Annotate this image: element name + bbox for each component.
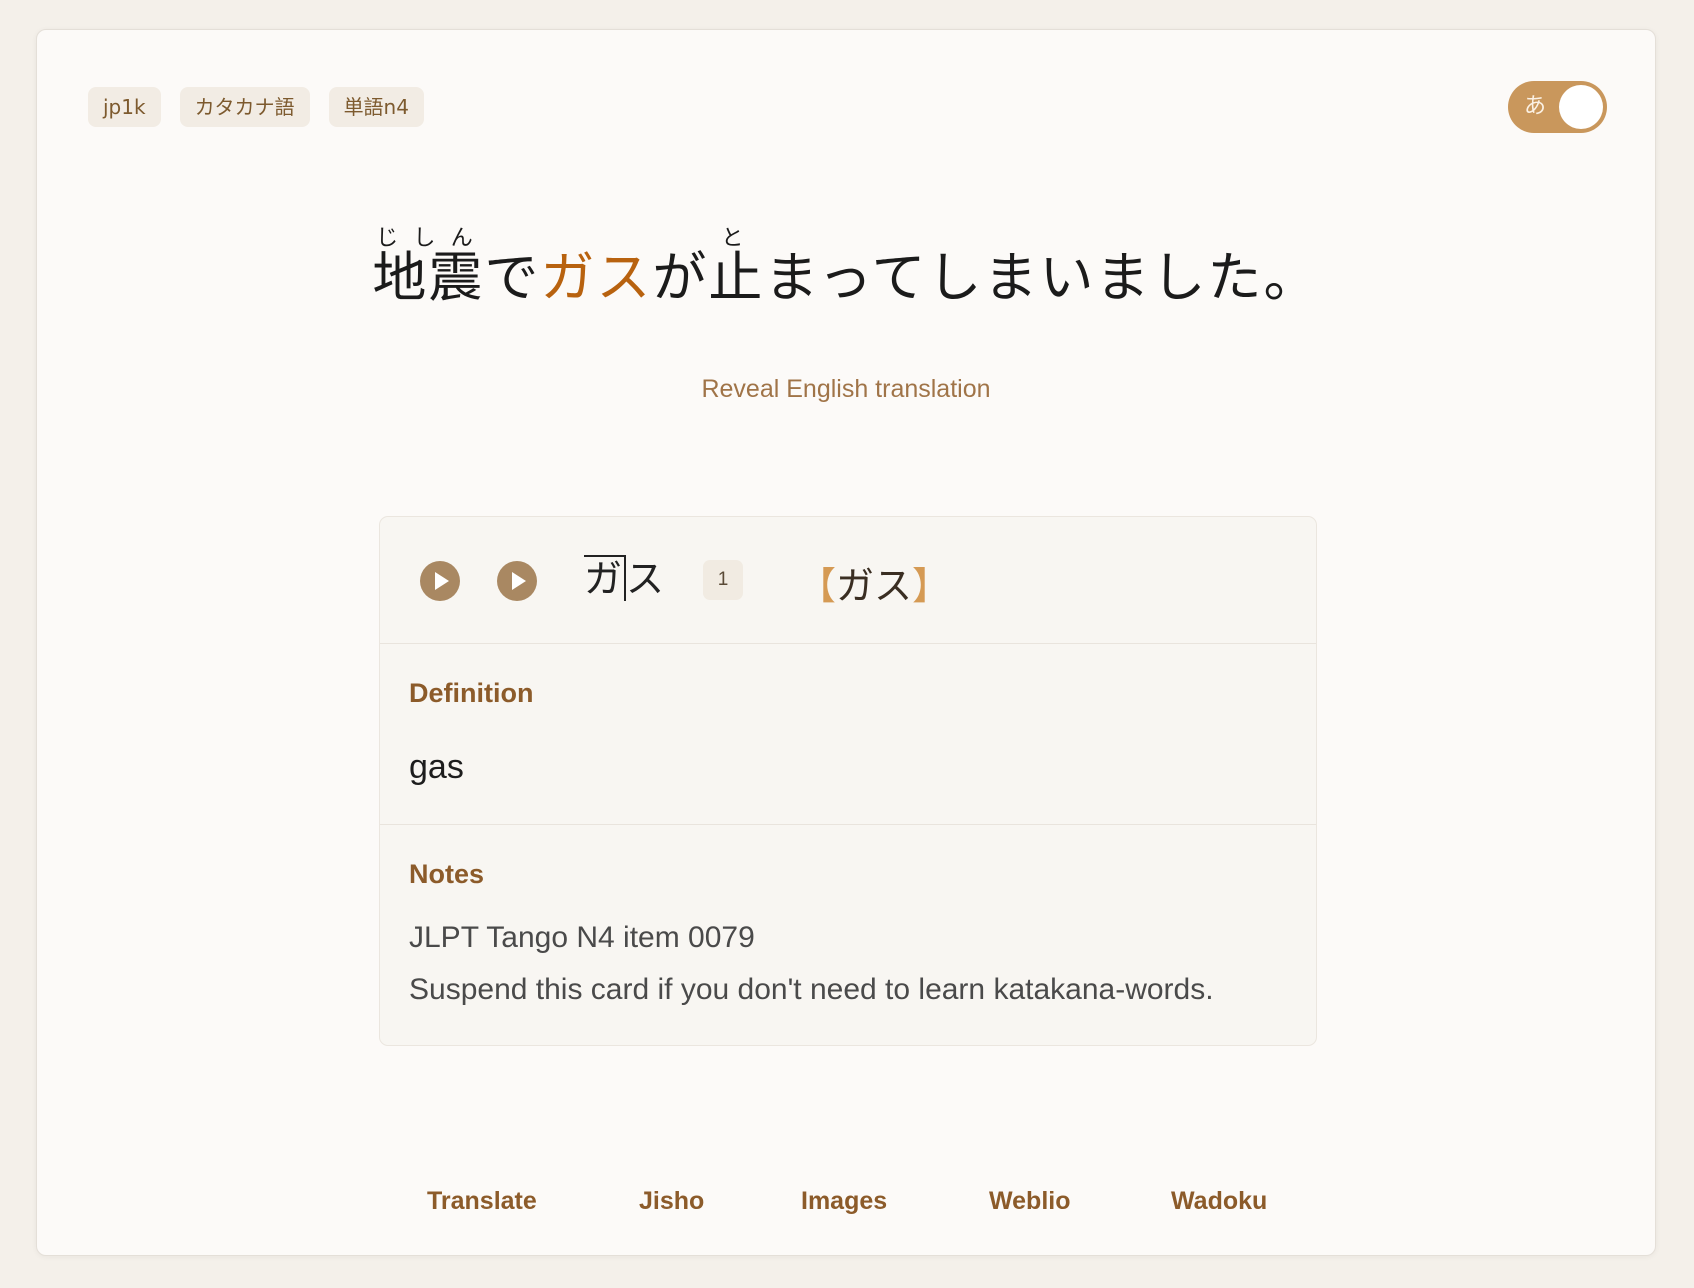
sentence-container: 地震じしんでガスが止とまってしまいました。 [37,226,1655,321]
pitch-accent-word: ガス [584,555,666,601]
target-word: ガス [540,246,653,309]
particle-de: で [484,246,541,309]
tag-tango-n4[interactable]: 単語n4 [328,87,424,127]
furigana-to: と [708,226,765,251]
word-tomaru: 止 [708,246,765,309]
flashcard: jp1k カタカナ語 単語n4 あ 地震じしんでガスが止とまってしまいました。 … [36,29,1656,1256]
link-weblio[interactable]: Weblio [989,1187,1070,1216]
link-translate[interactable]: Translate [427,1187,537,1216]
pitch-low-mora: ス [626,557,667,601]
notes-line: JLPT Tango N4 item 0079 [409,921,755,954]
tag-katakana-words[interactable]: カタカナ語 [179,87,310,127]
play-sentence-audio-button[interactable] [497,561,537,601]
word-reading: 【ガス】 [798,555,950,610]
word-jishin: 地震 [372,246,485,309]
pitch-high-mora: ガ [584,555,627,601]
pitch-number-badge: 1 [703,560,743,600]
toggle-knob [1559,85,1603,129]
word-info-panel: ガス 1 【ガス】 Definition gas Notes JLPT Tang… [379,516,1317,1046]
play-icon [512,572,526,590]
reading-bracket-open: 【 [798,564,837,608]
ruby-to: 止と [708,226,765,309]
reading-text: ガス [836,564,913,608]
sentence-rest: まってしまいました。 [764,246,1320,309]
definition-text: gas [409,748,464,786]
notes-line: Suspend this card if you don't need to l… [409,973,1214,1006]
definition-section: Definition gas [380,644,1316,825]
link-wadoku[interactable]: Wadoku [1171,1187,1267,1216]
reveal-translation-link[interactable]: Reveal English translation [37,375,1655,404]
definition-label: Definition [409,678,534,708]
tag-jp1k[interactable]: jp1k [88,87,161,127]
example-sentence: 地震じしんでガスが止とまってしまいました。 [372,226,1319,321]
link-images[interactable]: Images [801,1187,887,1216]
tag-list: jp1k カタカナ語 単語n4 [88,87,424,127]
word-header: ガス 1 【ガス】 [380,517,1316,644]
play-icon [435,572,449,590]
toggle-label: あ [1524,94,1547,119]
furigana-toggle[interactable]: あ [1508,81,1607,133]
particle-ga: が [652,246,709,309]
notes-label: Notes [409,859,485,889]
reading-bracket-close: 】 [912,564,951,608]
ruby-jishin: 地震じしん [372,226,485,309]
play-word-audio-button[interactable] [420,561,460,601]
furigana-jishin: じしん [372,226,485,251]
link-jisho[interactable]: Jisho [639,1187,704,1216]
